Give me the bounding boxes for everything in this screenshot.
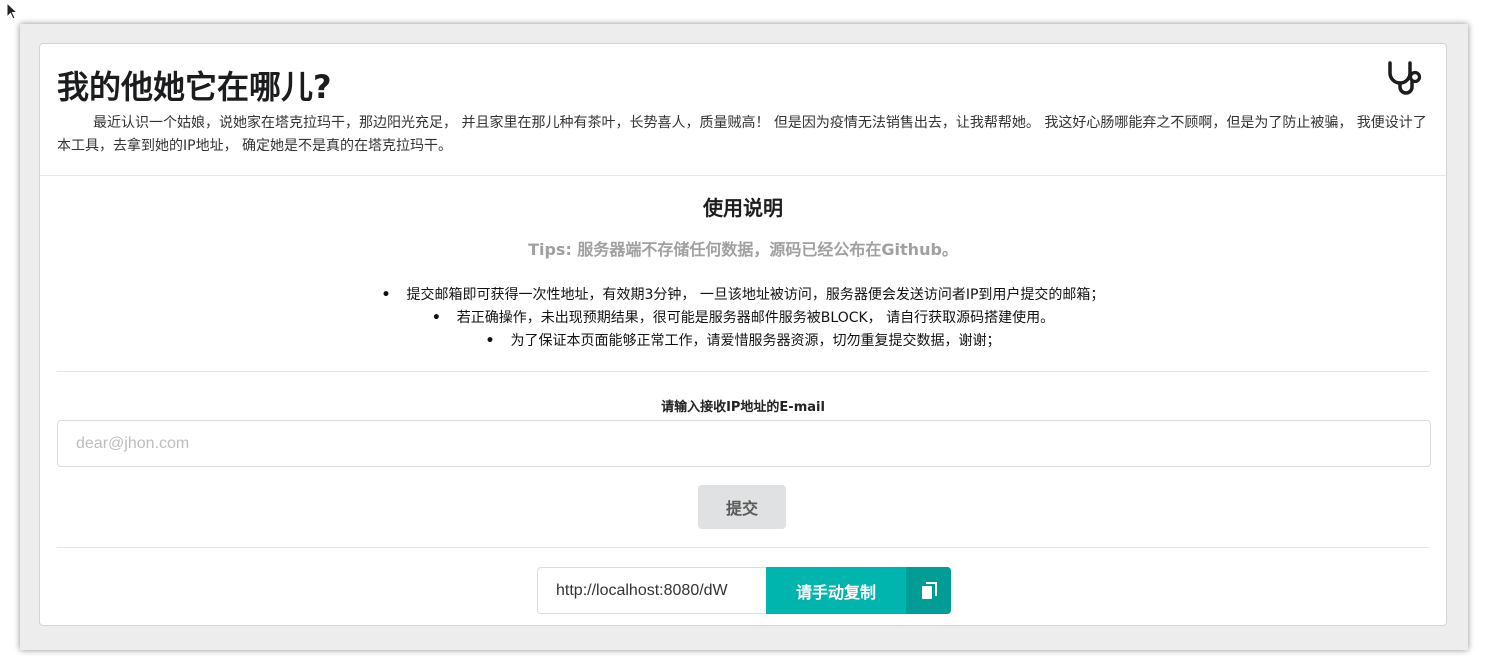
main-card: 我的他她它在哪儿? 最近认识一个姑娘，说她家在塔克拉玛干，那边阳光充足， 并且家… [39,43,1447,626]
list-item: 为了保证本页面能够正常工作，请爱惜服务器资源，切勿重复提交数据，谢谢； [40,330,1446,353]
copy-button-label: 请手动复制 [795,582,876,602]
email-input[interactable] [57,420,1431,467]
mouse-cursor-icon [6,2,19,20]
stethoscope-icon [1388,61,1422,95]
page-title: 我的他她它在哪儿? [57,68,332,106]
submit-button[interactable]: 提交 [698,485,786,529]
tips-text: Tips: 服务器端不存储任何数据，源码已经公布在Github。 [528,240,958,259]
divider [57,371,1429,372]
generated-url-field[interactable] [537,567,766,614]
card-header: 我的他她它在哪儿? 最近认识一个姑娘，说她家在塔克拉玛干，那边阳光充足， 并且家… [40,44,1446,176]
list-item: 提交邮箱即可获得一次性地址，有效期3分钟， 一旦该地址被访问，服务器便会发送访问… [40,284,1446,307]
instructions-title: 使用说明 [703,196,783,220]
copy-button[interactable]: 请手动复制 [766,567,951,614]
email-label: 请输入接收IP地址的E-mail [661,400,825,415]
browser-window: 我的他她它在哪儿? 最近认识一个姑娘，说她家在塔克拉玛干，那边阳光充足， 并且家… [20,24,1468,650]
rules-list: 提交邮箱即可获得一次性地址，有效期3分钟， 一旦该地址被访问，服务器便会发送访问… [40,284,1446,353]
intro-text: 最近认识一个姑娘，说她家在塔克拉玛干，那边阳光充足， 并且家里在那儿种有茶叶，长… [57,115,1427,154]
copy-icon-box [906,567,951,614]
copy-icon [921,581,937,599]
divider [57,547,1429,548]
url-copy-group: 请手动复制 [537,567,951,614]
list-item: 若正确操作，未出现预期结果，很可能是服务器邮件服务被BLOCK， 请自行获取源码… [40,307,1446,330]
